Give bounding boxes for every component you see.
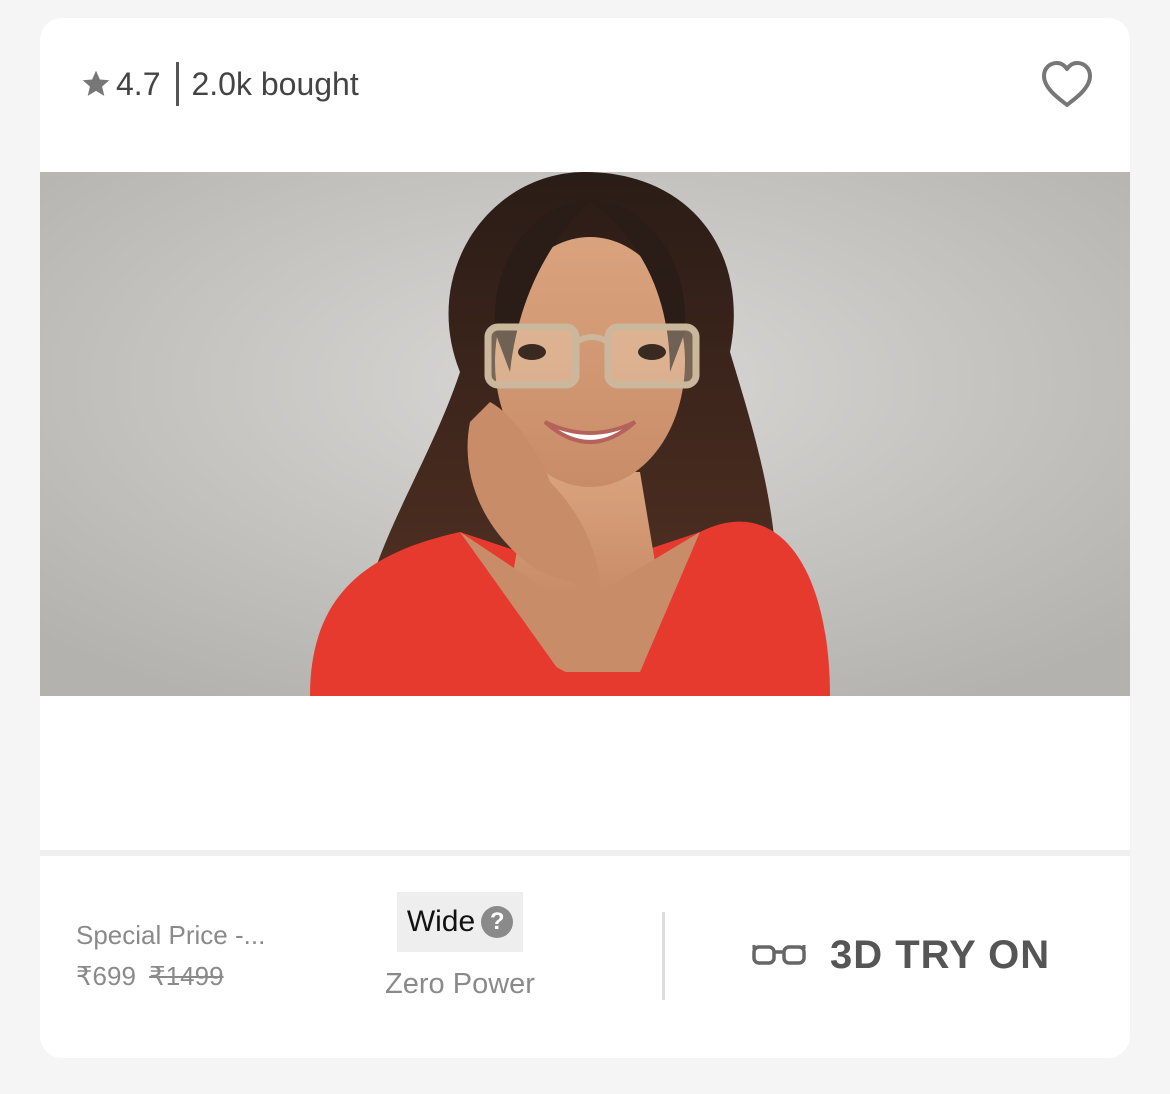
frame-width-chip[interactable]: Wide ? [396, 892, 524, 952]
heart-outline-icon[interactable] [1040, 60, 1094, 110]
power-label: Zero Power [385, 968, 535, 1000]
rating-value: 4.7 [116, 65, 161, 102]
3d-try-on-button[interactable]: 3D TRY ON [752, 930, 1050, 980]
price-row: ₹699 ₹1499 [76, 961, 336, 992]
section-divider [40, 850, 1130, 856]
card-header: 4.7 2.0k bought [40, 18, 1130, 168]
model-photo [40, 172, 1130, 696]
frame-width-label: Wide [406, 905, 476, 938]
question-icon[interactable]: ? [481, 906, 514, 938]
price-block: Special Price -... ₹699 ₹1499 [76, 920, 336, 992]
product-card[interactable]: 4.7 2.0k bought Special Price -... ₹699 … [40, 18, 1130, 1058]
3d-try-on-label: 3D TRY ON [830, 932, 1051, 977]
rating-summary: 4.7 2.0k bought [80, 62, 359, 106]
bought-count: 2.0k bought [191, 65, 359, 102]
glasses-icon [752, 945, 806, 965]
frame-info: Wide ? Zero Power [380, 892, 540, 1001]
star-icon [82, 70, 110, 96]
special-price-label: Special Price -... [76, 920, 266, 950]
current-price: ₹699 [76, 961, 136, 991]
vertical-divider [662, 912, 665, 1000]
product-image[interactable] [40, 172, 1130, 696]
original-price: ₹1499 [149, 961, 224, 991]
rating-divider [176, 62, 180, 106]
